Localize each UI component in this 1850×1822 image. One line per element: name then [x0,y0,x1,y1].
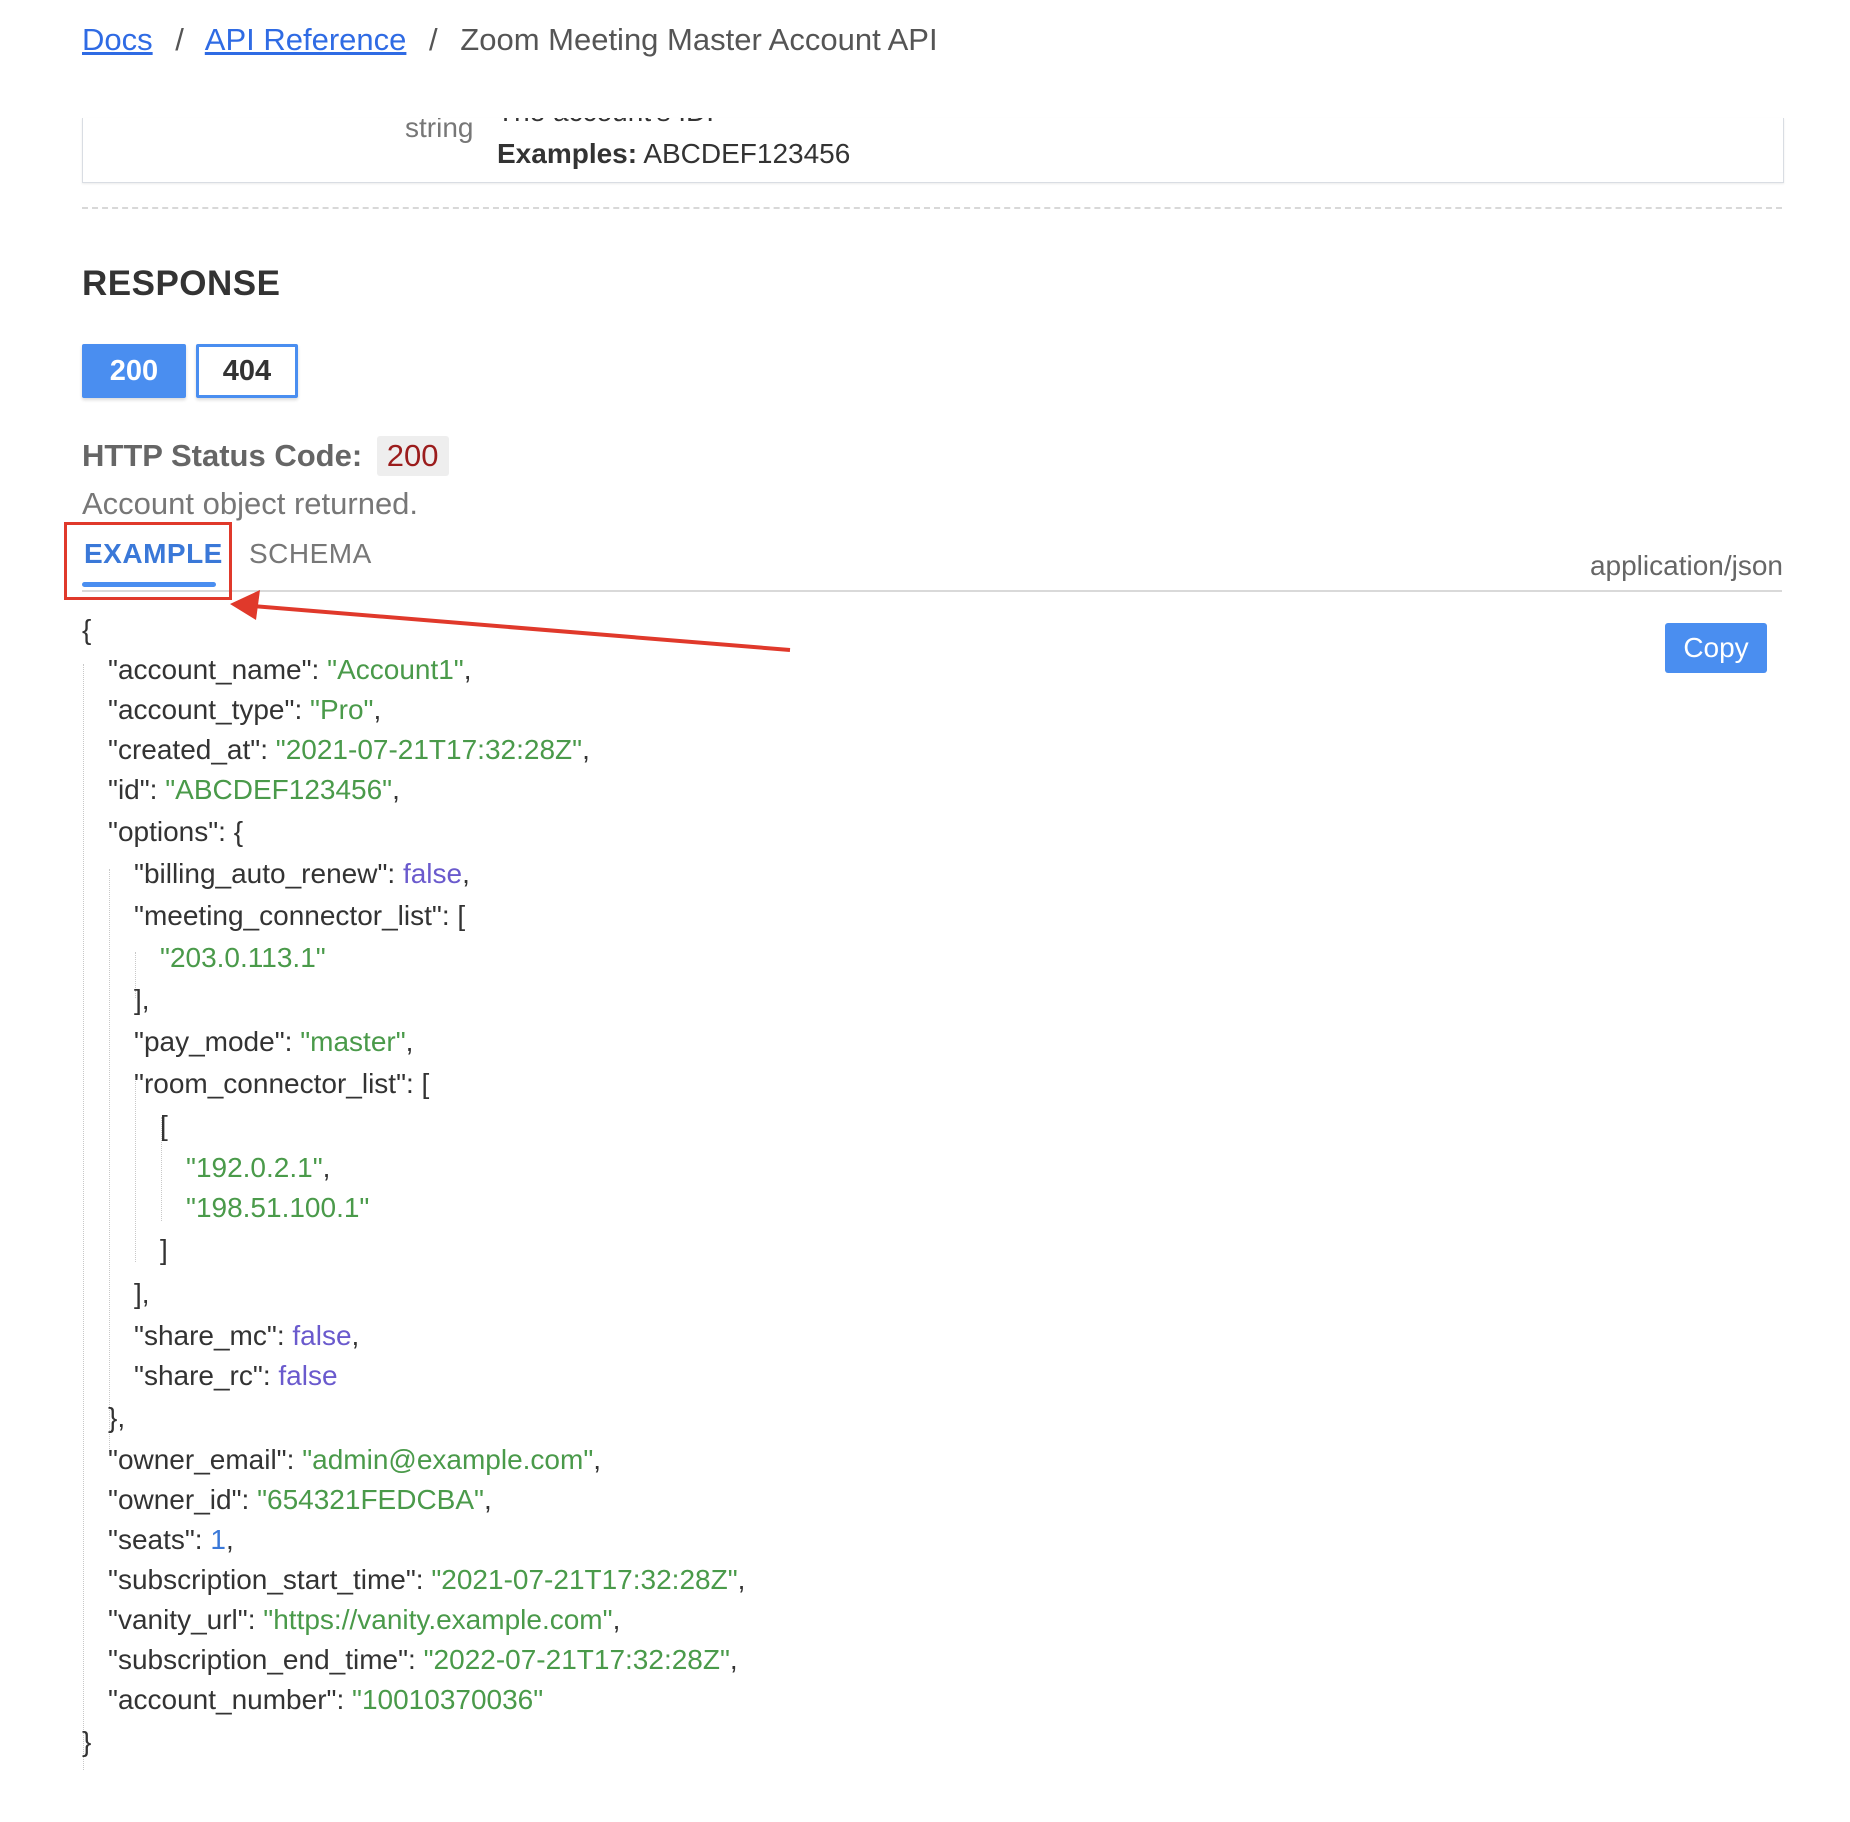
tab-schema[interactable]: SCHEMA [249,538,372,570]
json-line-room-connector-list: "room_connector_list": [ [134,1068,430,1099]
indent-guide [135,1079,136,1262]
json-line-close-bracket: ], [134,984,150,1015]
status-200-button[interactable]: 200 [82,344,186,398]
json-value: "https://vanity.example.com" [263,1604,613,1635]
http-status-code: 200 [376,436,449,476]
json-value: "198.51.100.1" [186,1192,370,1223]
json-value: "2021-07-21T17:32:28Z" [275,734,583,765]
response-heading: RESPONSE [82,264,281,303]
json-value: "2021-07-21T17:32:28Z" [431,1564,738,1595]
http-status-line: HTTP Status Code: 200 [82,436,449,476]
http-status-label: HTTP Status Code: [82,438,363,473]
param-examples: Examples: ABCDEF123456 [497,138,850,170]
param-examples-value: ABCDEF123456 [643,138,851,169]
json-value: "192.0.2.1" [186,1152,323,1183]
section-divider [82,207,1782,209]
breadcrumb-separator: / [175,22,184,57]
json-line-options: "options": { [108,816,244,847]
json-line-share-rc: "share_rc": false [134,1360,338,1391]
json-value: "2022-07-21T17:32:28Z" [423,1644,730,1675]
json-value: "Pro" [310,694,374,725]
json-value: "ABCDEF123456" [165,774,393,805]
json-value: false [278,1360,338,1391]
json-line-meeting-connector-ip: "203.0.113.1" [160,942,326,974]
json-line-close-brace: }, [108,1402,126,1433]
status-description: Account object returned. [82,486,419,521]
json-line-account-name: "account_name": "Account1", [108,654,472,685]
json-open-brace: { [82,614,92,645]
content-type-label: application/json [1589,550,1783,581]
breadcrumb: Docs / API Reference / Zoom Meeting Mast… [82,22,938,58]
indent-guide [109,869,110,1451]
json-line-id: "id": "ABCDEF123456", [108,774,400,805]
json-line-room-connector-ip-1: "192.0.2.1", [186,1152,331,1183]
json-line-subscription-end-time: "subscription_end_time": "2022-07-21T17:… [108,1644,738,1675]
json-value: false [292,1320,352,1351]
breadcrumb-docs-link[interactable]: Docs [82,22,153,57]
json-line-account-type: "account_type": "Pro", [108,694,382,725]
json-line-share-mc: "share_mc": false, [134,1320,360,1351]
annotation-arrow-icon [230,590,791,652]
copy-button[interactable]: Copy [1665,623,1767,673]
status-404-button[interactable]: 404 [196,344,298,398]
json-line-open-bracket: [ [160,1110,168,1141]
param-description: The account's ID. [497,118,714,128]
json-line-close-bracket: ], [134,1278,150,1309]
indent-guide [83,664,84,1770]
json-line-pay-mode: "pay_mode": "master", [134,1026,414,1057]
annotation-highlight-box [64,522,232,600]
json-line-meeting-connector-list: "meeting_connector_list": [ [134,900,466,931]
breadcrumb-current: Zoom Meeting Master Account API [460,22,938,57]
json-line-room-connector-ip-2: "198.51.100.1" [186,1192,369,1224]
json-line-vanity-url: "vanity_url": "https://vanity.example.co… [108,1604,621,1635]
json-line-owner-id: "owner_id": "654321FEDCBA", [108,1484,492,1515]
json-line-subscription-start-time: "subscription_start_time": "2021-07-21T1… [108,1564,746,1595]
json-line-close-bracket: ] [160,1234,168,1265]
json-line-seats: "seats": 1, [108,1524,234,1555]
json-value: "Account1" [327,654,464,685]
json-value: "203.0.113.1" [160,942,326,973]
json-line-account-number: "account_number": "10010370036" [108,1684,544,1715]
json-value: 1 [210,1524,226,1555]
json-line-created-at: "created_at": "2021-07-21T17:32:28Z", [108,734,590,765]
json-value: false [402,858,463,889]
param-type: string [405,118,474,143]
json-value: "admin@example.com" [302,1444,594,1475]
breadcrumb-api-reference-link[interactable]: API Reference [205,22,407,57]
json-value: "10010370036" [352,1684,544,1715]
param-examples-label: Examples: [497,138,638,169]
breadcrumb-separator: / [429,22,438,57]
json-value: "654321FEDCBA" [257,1484,484,1515]
json-line-owner-email: "owner_email": "admin@example.com", [108,1444,602,1475]
json-close-brace: } [82,1726,92,1757]
json-line-billing-auto-renew: "billing_auto_renew": false, [134,858,470,889]
json-value: "master" [300,1026,406,1057]
parameter-panel: string The account's ID. Examples: ABCDE… [82,118,1784,183]
